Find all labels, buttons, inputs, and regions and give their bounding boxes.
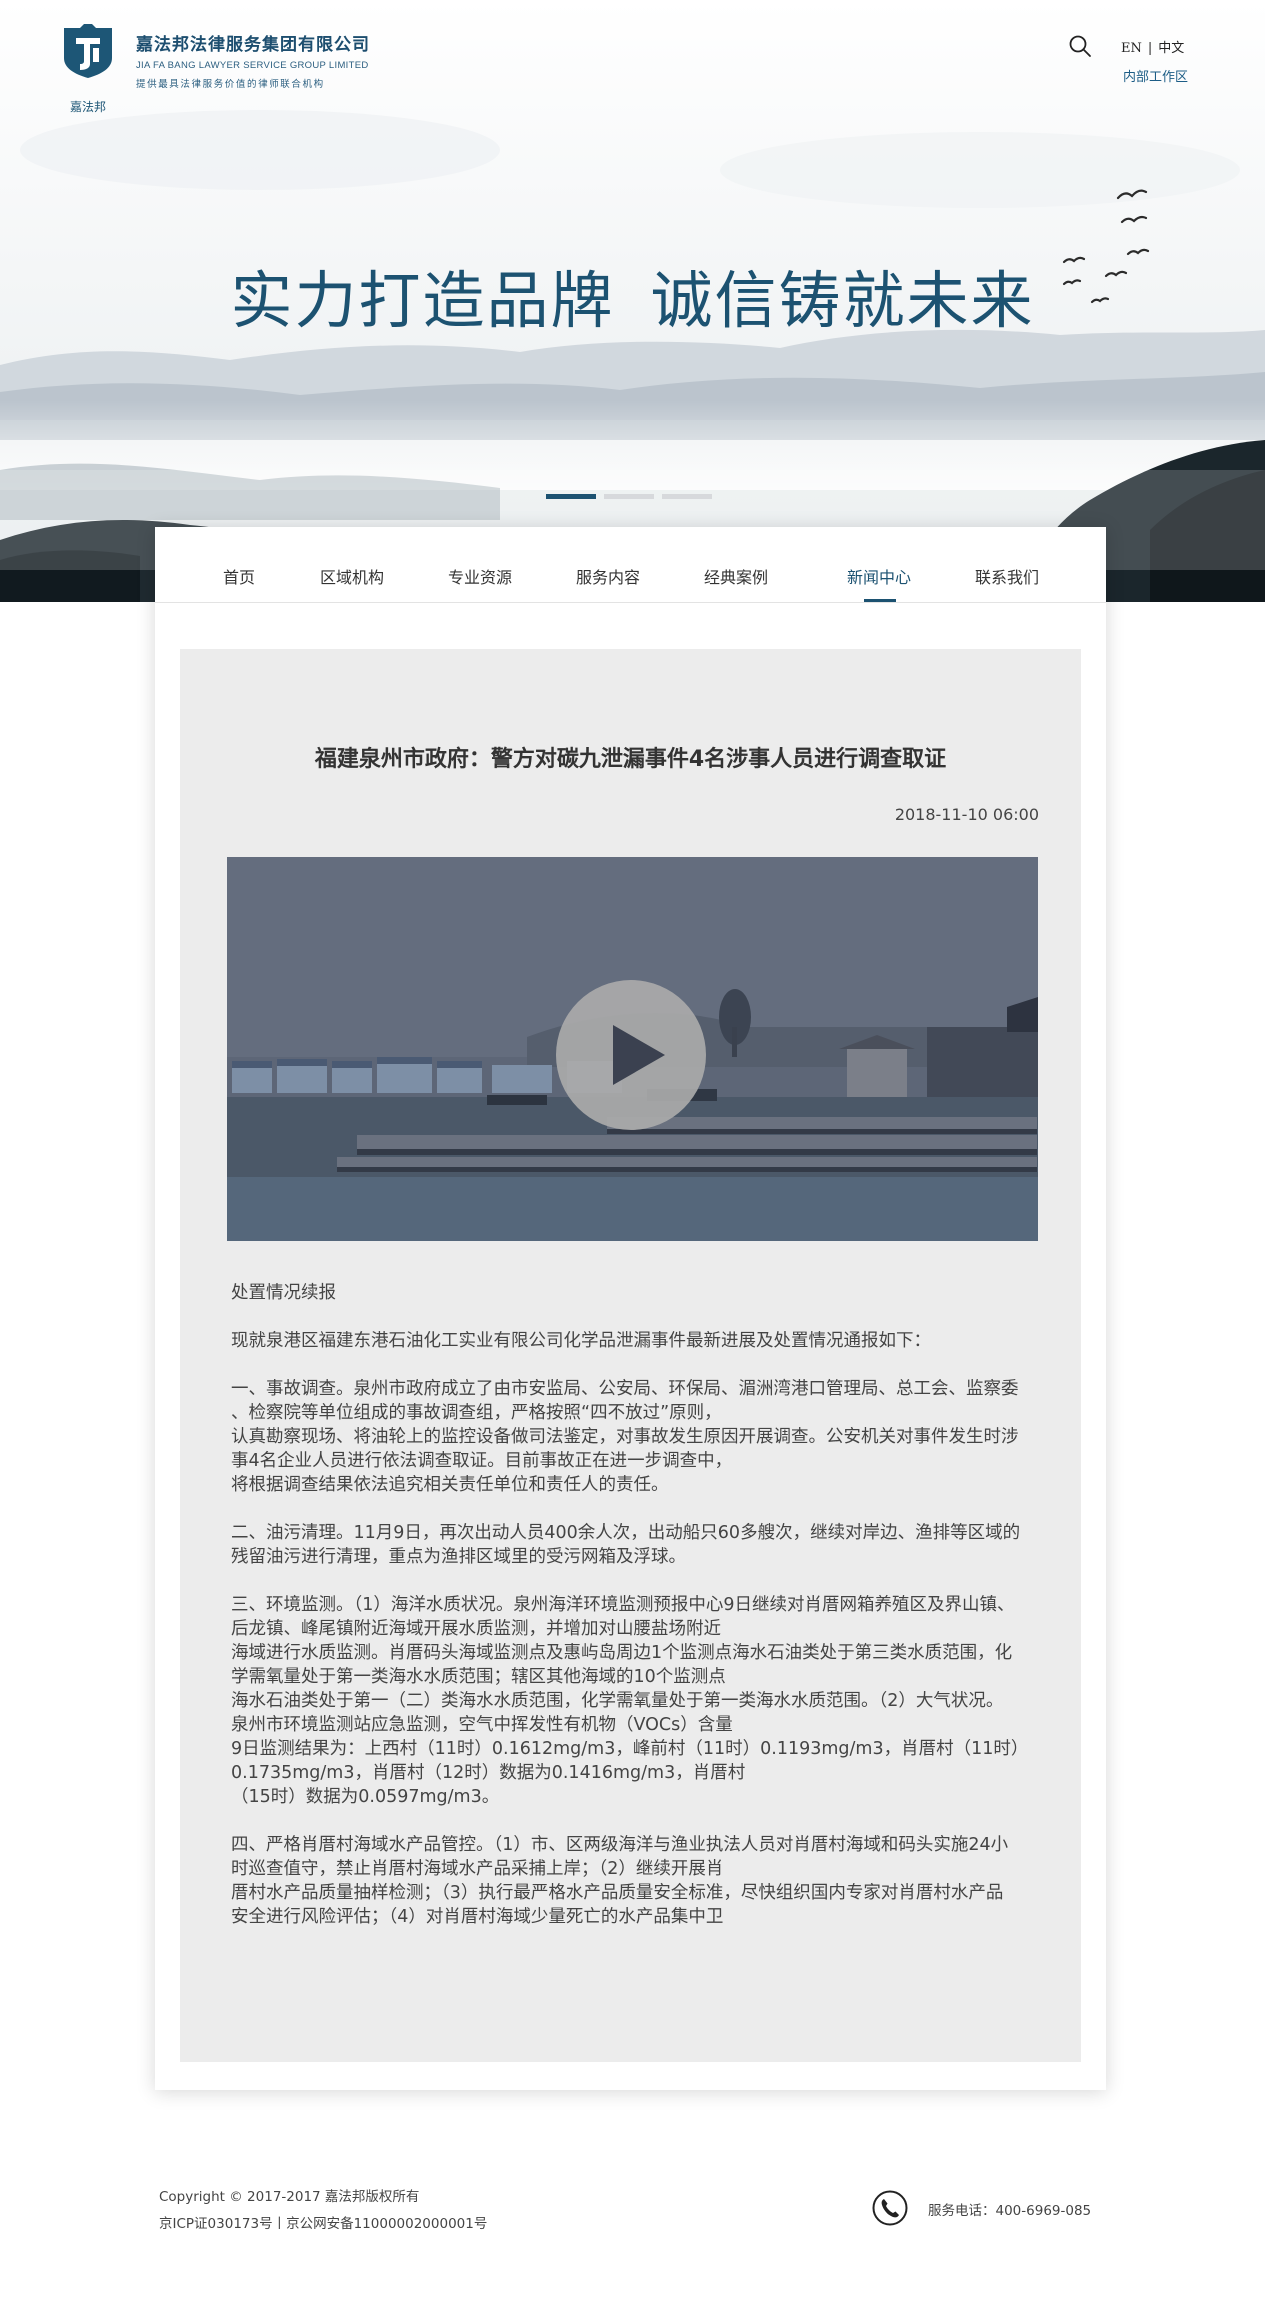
- banner-slogan-part1: 实力打造品牌: [230, 264, 615, 337]
- lang-cn-link[interactable]: 中文: [1158, 41, 1184, 56]
- text-line: 厝村水产品质量抽样检测；（3）执行最严格水产品质量安全标准，尽快组织国内专家对肖…: [231, 1883, 1004, 1903]
- carousel-indicators: [546, 494, 720, 513]
- banner-slogan-part2: 诚信铸就未来: [650, 264, 1035, 337]
- company-name-en: JIA FA BANG LAWYER SERVICE GROUP LIMITED: [136, 60, 369, 71]
- nav-item-regional-offices[interactable]: 区域机构: [320, 564, 384, 588]
- nav-item-resources[interactable]: 专业资源: [448, 564, 512, 588]
- text-line: 现就泉港区福建东港石油化工实业有限公司化学品泄漏事件最新进展及处置情况通报如下：: [231, 1331, 931, 1351]
- video-player[interactable]: [227, 857, 1038, 1241]
- carousel-dot-3[interactable]: [662, 494, 712, 499]
- text-line: 认真勘察现场、将油轮上的监控设备做司法鉴定，对事故发生原因开展调查。公安机关对事…: [231, 1427, 1019, 1447]
- company-name-block: 嘉法邦法律服务集团有限公司 JIA FA BANG LAWYER SERVICE…: [136, 30, 370, 90]
- article-date: 2018-11-10 06:00: [894, 805, 1039, 824]
- text-line: 二、油污清理。11月9日，再次出动人员400余人次，出动船只60多艘次，继续对岸…: [231, 1523, 1021, 1543]
- text-line: 一、事故调查。泉州市政府成立了由市安监局、公安局、环保局、湄洲湾港口管理局、总工…: [231, 1379, 1019, 1399]
- company-name-cn: 嘉法邦法律服务集团有限公司: [136, 35, 370, 55]
- nav-item-news[interactable]: 新闻中心: [847, 564, 911, 588]
- article-paragraph: 四、严格肖厝村海域水产品管控。（1）市、区两级海洋与渔业执法人员对肖厝村海域和码…: [231, 1833, 1041, 1929]
- footer-copyright: Copyright © 2017-2017 嘉法邦版权所有: [159, 2189, 420, 2205]
- nav-item-cases[interactable]: 经典案例: [704, 564, 768, 588]
- text-line: 0.1735mg/m3，肖厝村（12时）数据为0.1416mg/m3，肖厝村: [231, 1763, 746, 1783]
- article-body: 处置情况续报 现就泉港区福建东港石油化工实业有限公司化学品泄漏事件最新进展及处置…: [231, 1281, 1041, 1953]
- text-line: 、检察院等单位组成的事故调查组，严格按照“四不放过”原则，: [231, 1403, 722, 1423]
- nav-active-indicator: [864, 599, 896, 602]
- text-line: 事4名企业人员进行依法调查取证。目前事故正在进一步调查中，: [231, 1451, 733, 1471]
- text-line: 将根据调查结果依法追究相关责任单位和责任人的责任。: [231, 1475, 669, 1495]
- carousel-dot-2[interactable]: [604, 494, 654, 499]
- text-line: 9日监测结果为：上西村（11时）0.1612mg/m3，峰前村（11时）0.11…: [231, 1739, 1029, 1759]
- text-line: 残留油污进行清理，重点为渔排区域里的受污网箱及浮球。: [231, 1547, 686, 1567]
- internal-workspace-link[interactable]: 内部工作区: [1123, 66, 1188, 85]
- article-paragraph: 三、环境监测。（1）海洋水质状况。泉州海洋环境监测预报中心9日继续对肖厝网箱养殖…: [231, 1593, 1041, 1809]
- text-line: 泉州市环境监测站应急监测，空气中挥发性有机物（VOCs）含量: [231, 1715, 733, 1735]
- news-article: 福建泉州市政府：警方对碳九泄漏事件4名涉事人员进行调查取证 2018-11-10…: [180, 649, 1081, 2062]
- nav-item-contact[interactable]: 联系我们: [975, 564, 1039, 588]
- text-line: 学需氧量处于第一类海水水质范围；辖区其他海域的10个监测点: [231, 1667, 726, 1687]
- carousel-dot-1[interactable]: [546, 494, 596, 499]
- nav-item-services[interactable]: 服务内容: [576, 564, 640, 588]
- language-switcher: EN | 中文: [1121, 37, 1184, 56]
- article-paragraph: 处置情况续报: [231, 1281, 1041, 1305]
- lang-separator: |: [1147, 41, 1153, 56]
- article-title: 福建泉州市政府：警方对碳九泄漏事件4名涉事人员进行调查取证: [314, 747, 947, 772]
- site-header: 嘉法邦 嘉法邦法律服务集团有限公司 JIA FA BANG LAWYER SER…: [0, 0, 1265, 120]
- text-line: 后龙镇、峰尾镇附近海域开展水质监测，并增加对山腰盐场附近: [231, 1619, 721, 1639]
- footer-copyright-block: Copyright © 2017-2017 嘉法邦版权所有 京ICP证03017…: [159, 2184, 487, 2238]
- company-slogan: 提供最具法律服务价值的律师联合机构: [136, 79, 325, 90]
- logo-shield-icon: [64, 24, 112, 78]
- main-navigation: 首页 区域机构 专业资源 服务内容 经典案例 新闻中心 联系我们: [155, 527, 1106, 603]
- text-line: 时巡查值守，禁止肖厝村海域水产品采捕上岸；（2）继续开展肖: [231, 1859, 724, 1879]
- text-line: 安全进行风险评估；（4）对肖厝村海域少量死亡的水产品集中卫: [231, 1907, 724, 1927]
- footer-icp: 京ICP证030173号丨京公网安备11000002000001号: [159, 2216, 488, 2232]
- article-paragraph: 一、事故调查。泉州市政府成立了由市安监局、公安局、环保局、湄洲湾港口管理局、总工…: [231, 1377, 1041, 1497]
- article-paragraph: 二、油污清理。11月9日，再次出动人员400余人次，出动船只60多艘次，继续对岸…: [231, 1521, 1041, 1569]
- text-line: （15时）数据为0.0597mg/m3。: [231, 1787, 500, 1807]
- nav-item-home[interactable]: 首页: [223, 564, 255, 588]
- search-icon[interactable]: [1068, 34, 1092, 58]
- phone-icon: [872, 2190, 908, 2226]
- text-line: 海域进行水质监测。肖厝码头海域监测点及惠屿岛周边1个监测点海水石油类处于第三类水…: [231, 1643, 1013, 1663]
- banner-slogan: 实力打造品牌 诚信铸就未来: [0, 250, 1265, 340]
- company-logo[interactable]: 嘉法邦: [62, 24, 114, 114]
- content-card: 首页 区域机构 专业资源 服务内容 经典案例 新闻中心 联系我们 福建泉州市政府…: [155, 527, 1106, 2090]
- lang-en-link[interactable]: EN: [1121, 41, 1142, 56]
- logo-caption: 嘉法邦: [69, 100, 106, 114]
- article-paragraph: 现就泉港区福建东港石油化工实业有限公司化学品泄漏事件最新进展及处置情况通报如下：: [231, 1329, 1041, 1353]
- play-icon: [613, 1025, 665, 1085]
- text-line: 处置情况续报: [231, 1283, 336, 1303]
- text-line: 三、环境监测。（1）海洋水质状况。泉州海洋环境监测预报中心9日继续对肖厝网箱养殖…: [231, 1595, 1015, 1615]
- play-button[interactable]: [556, 980, 706, 1130]
- text-line: 四、严格肖厝村海域水产品管控。（1）市、区两级海洋与渔业执法人员对肖厝村海域和码…: [231, 1835, 1009, 1855]
- text-line: 海水石油类处于第一（二）类海水水质范围，化学需氧量处于第一类海水水质范围。（2）…: [231, 1691, 1004, 1711]
- service-phone[interactable]: 服务电话：400-6969-085: [928, 2199, 1091, 2219]
